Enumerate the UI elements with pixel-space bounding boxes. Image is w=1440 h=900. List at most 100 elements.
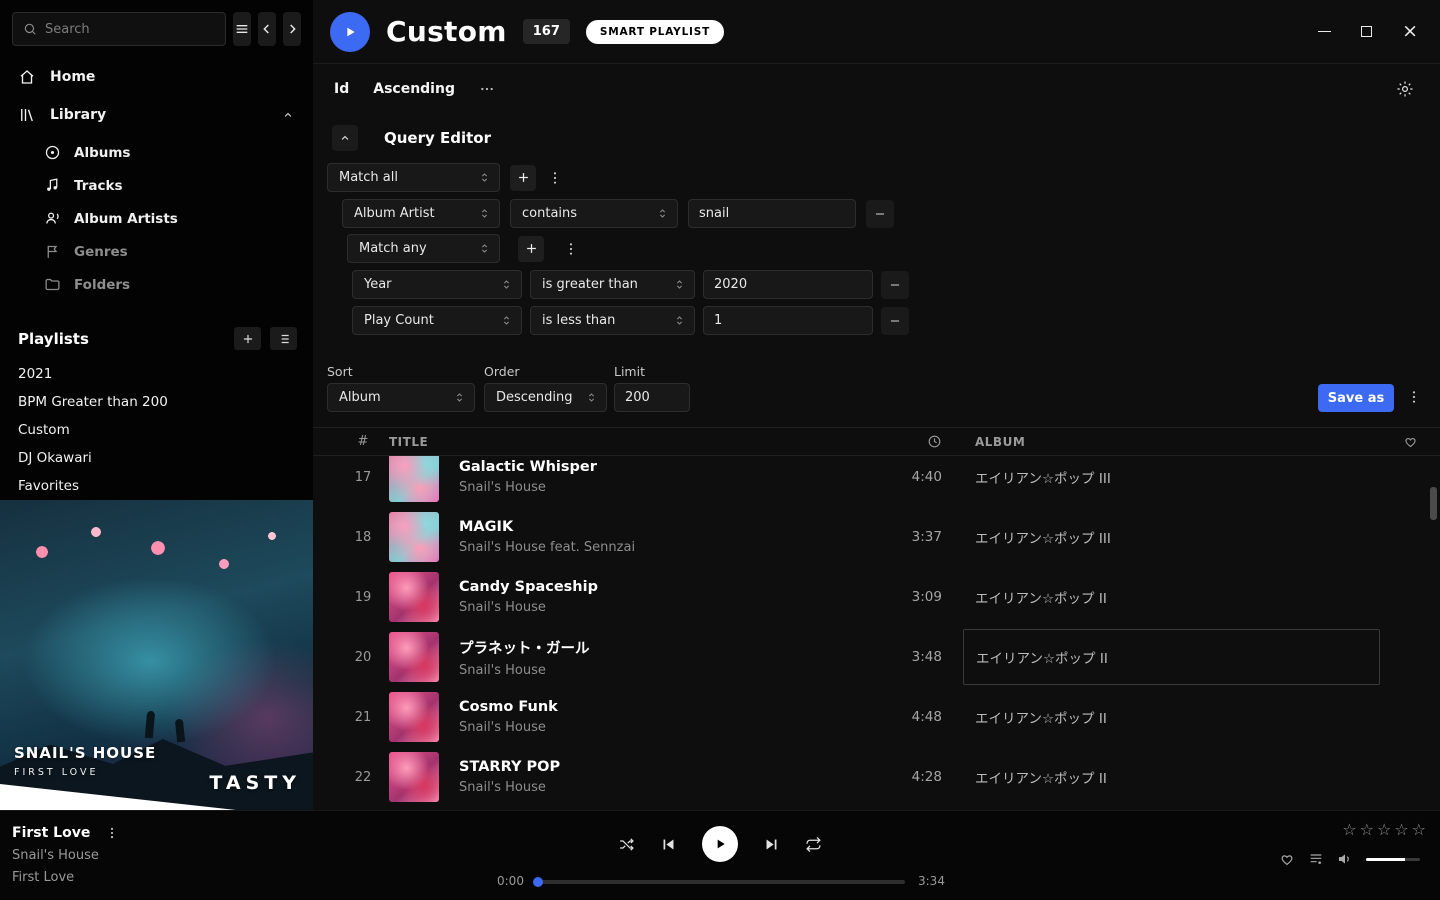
repeat-button[interactable] [805,836,822,853]
scrollbar-thumb[interactable] [1430,487,1437,520]
now-playing-options-icon[interactable] [103,826,121,840]
track-album[interactable]: エイリアン☆ポップ II [975,767,1380,787]
nav-forward-button[interactable] [283,12,301,46]
save-as-button[interactable]: Save as [1318,384,1394,412]
settings-gear-icon[interactable] [1396,80,1414,98]
sidebar-item-home[interactable]: Home [0,58,313,96]
star-icon[interactable]: ☆ [1377,822,1391,838]
track-count-badge: 167 [523,19,570,44]
track-album[interactable]: エイリアン☆ポップ III [975,467,1380,487]
remove-rule-button[interactable] [881,271,909,299]
rule-operator-select[interactable]: is less than [530,306,695,335]
sort-direction-button[interactable]: Ascending [373,81,455,97]
track-row[interactable]: 18MAGIKSnail's House feat. Sennzai3:37エイ… [313,507,1440,567]
now-playing-artist[interactable]: Snail's House [12,848,121,863]
column-index[interactable]: # [337,434,389,449]
order-label: Order [484,364,520,379]
track-row[interactable]: 19Candy SpaceshipSnail's House3:09エイリアン☆… [313,567,1440,627]
track-row[interactable]: 17Galactic WhisperSnail's House4:40エイリアン… [313,456,1440,507]
sidebar-item-genres[interactable]: Genres [0,235,313,268]
transport-controls [618,826,822,862]
now-playing-artwork[interactable]: SNAIL'S HOUSE FIRST LOVE TASTY [0,500,313,810]
add-rule-button[interactable] [510,165,536,191]
search-box[interactable] [12,12,226,46]
play-pause-button[interactable] [702,826,738,862]
match-mode-select[interactable]: Match any [347,234,500,263]
unfold-icon [585,391,598,404]
track-album[interactable]: エイリアン☆ポップ III [975,527,1380,547]
column-album[interactable]: ALBUM [975,435,1380,449]
group-options-icon[interactable] [562,241,580,257]
rule-value-input[interactable] [688,199,856,228]
track-number: 22 [337,770,389,785]
main-panel: Custom 167 SMART PLAYLIST × Id Ascending [313,0,1440,810]
next-track-button[interactable] [763,836,780,853]
rule-field-select[interactable]: Year [352,270,522,299]
rule-operator-select[interactable]: contains [510,199,678,228]
remove-rule-button[interactable] [881,307,909,335]
playlist-item[interactable]: Favorites [0,472,313,500]
collapse-query-editor-button[interactable] [332,125,358,151]
minimize-button[interactable] [1318,31,1331,32]
seek-bar[interactable] [535,880,905,884]
group-options-icon[interactable] [546,170,564,186]
star-icon[interactable]: ☆ [1412,822,1426,838]
limit-input[interactable] [614,383,690,412]
sidebar-item-label: Genres [74,244,128,260]
playlist-item[interactable]: 2021 [0,360,313,388]
playlist-item[interactable]: Custom [0,416,313,444]
sort-select[interactable]: Album [327,383,475,412]
add-playlist-button[interactable] [234,327,261,350]
now-playing-album[interactable]: First Love [12,870,121,885]
sidebar-item-album-artists[interactable]: Album Artists [0,202,313,235]
rule-operator-select[interactable]: is greater than [530,270,695,299]
shuffle-button[interactable] [618,836,635,853]
previous-track-button[interactable] [660,836,677,853]
playlist-item[interactable]: DJ Okawari [0,444,313,472]
rule-value-input[interactable] [703,270,873,299]
track-table-header: # TITLE ALBUM [313,427,1440,456]
track-row[interactable]: 20プラネット・ガールSnail's House3:48エイリアン☆ポップ II [313,627,1440,687]
track-album[interactable]: エイリアン☆ポップ II [975,587,1380,607]
chevron-up-icon[interactable] [281,108,295,122]
playlist-item[interactable]: BPM Greater than 200 [0,388,313,416]
sort-field-button[interactable]: Id [334,81,349,97]
add-rule-button[interactable] [518,236,544,262]
now-playing-title[interactable]: First Love [12,825,90,841]
track-album[interactable]: エイリアン☆ポップ II [963,629,1380,685]
rule-field-select[interactable]: Album Artist [342,199,500,228]
nav-back-button[interactable] [258,12,276,46]
favorite-heart-button[interactable] [1279,851,1295,867]
close-button[interactable]: × [1402,22,1418,41]
match-mode-select[interactable]: Match all [327,163,500,192]
track-row[interactable]: 21Cosmo FunkSnail's House4:48エイリアン☆ポップ I… [313,687,1440,747]
rule-field-select[interactable]: Play Count [352,306,522,335]
order-select[interactable]: Descending [484,383,607,412]
star-icon[interactable]: ☆ [1342,822,1356,838]
volume-icon[interactable] [1337,851,1353,867]
track-row[interactable]: 22STARRY POPSnail's House4:28エイリアン☆ポップ I… [313,747,1440,807]
play-playlist-button[interactable] [330,12,370,52]
track-album[interactable]: エイリアン☆ポップ II [975,707,1380,727]
seek-handle[interactable] [533,877,543,887]
sidebar-item-tracks[interactable]: Tracks [0,169,313,202]
kebab-icon [1406,389,1422,405]
star-icon[interactable]: ☆ [1360,822,1374,838]
save-options-icon[interactable] [1405,389,1423,405]
column-duration[interactable] [854,434,942,449]
star-icon[interactable]: ☆ [1394,822,1408,838]
sidebar-item-library[interactable]: Library [0,96,313,134]
volume-slider[interactable] [1366,858,1420,861]
maximize-button[interactable] [1361,26,1372,37]
queue-button[interactable] [1308,851,1324,867]
remove-rule-button[interactable] [866,200,894,228]
playlist-list-options-button[interactable] [270,327,297,350]
column-favorite[interactable] [1380,434,1440,449]
sidebar-item-folders[interactable]: Folders [0,268,313,301]
column-title[interactable]: TITLE [389,435,854,449]
menu-button[interactable] [233,12,251,46]
more-options-icon[interactable] [479,81,495,97]
sidebar-item-albums[interactable]: Albums [0,136,313,169]
search-input[interactable] [45,22,215,37]
rule-value-input[interactable] [703,306,873,335]
